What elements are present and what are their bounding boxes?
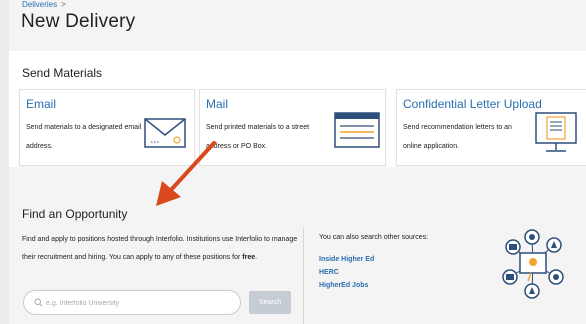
- source-link-herc[interactable]: HERC: [319, 269, 339, 276]
- find-opportunity-description: Find and apply to positions hosted throu…: [22, 231, 300, 267]
- confidential-letter-card-title[interactable]: Confidential Letter Upload: [403, 97, 542, 111]
- find-description-end: .: [255, 254, 258, 261]
- mail-package-icon: [334, 112, 380, 148]
- page-header: Deliveries > New Delivery: [9, 0, 586, 50]
- email-card-description: Send materials to a designated email add…: [26, 124, 142, 150]
- envelope-icon: [144, 118, 186, 148]
- find-description-free: free: [242, 254, 256, 261]
- breadcrumb-separator: >: [61, 0, 66, 9]
- search-input[interactable]: [46, 296, 231, 310]
- send-materials-title: Send Materials: [22, 66, 103, 80]
- find-opportunity-title: Find an Opportunity: [22, 207, 128, 221]
- page-frame: Deliveries > New Delivery Send Materials …: [9, 0, 586, 324]
- mail-card-title[interactable]: Mail: [206, 97, 228, 111]
- source-link-higher-ed-jobs[interactable]: HigherEd Jobs: [319, 282, 368, 289]
- email-card[interactable]: Email Send materials to a designated ema…: [19, 89, 195, 166]
- send-materials-section: Send Materials Email Send materials to a…: [9, 51, 586, 167]
- section-divider: [303, 227, 304, 324]
- email-card-title[interactable]: Email: [26, 97, 56, 111]
- opportunity-network-icon: [502, 229, 564, 299]
- source-link-inside-higher-ed[interactable]: Inside Higher Ed: [319, 256, 374, 263]
- search-field[interactable]: [23, 290, 241, 315]
- confidential-letter-card-description: Send recommendation letters to an online…: [403, 124, 512, 150]
- search-icon: [34, 298, 43, 307]
- breadcrumb: Deliveries >: [22, 0, 66, 9]
- mail-card[interactable]: Mail Send printed materials to a street …: [199, 89, 386, 166]
- other-sources-label: You can also search other sources:: [319, 234, 429, 241]
- mail-card-description: Send printed materials to a street addre…: [206, 124, 310, 150]
- search-button[interactable]: Search: [249, 291, 291, 314]
- find-opportunity-section: Find an Opportunity Find and apply to po…: [9, 167, 586, 324]
- page-title: New Delivery: [21, 11, 136, 32]
- monitor-letter-icon: [535, 112, 577, 152]
- confidential-letter-card[interactable]: Confidential Letter Upload Send recommen…: [396, 89, 586, 166]
- breadcrumb-link-deliveries[interactable]: Deliveries: [22, 0, 57, 9]
